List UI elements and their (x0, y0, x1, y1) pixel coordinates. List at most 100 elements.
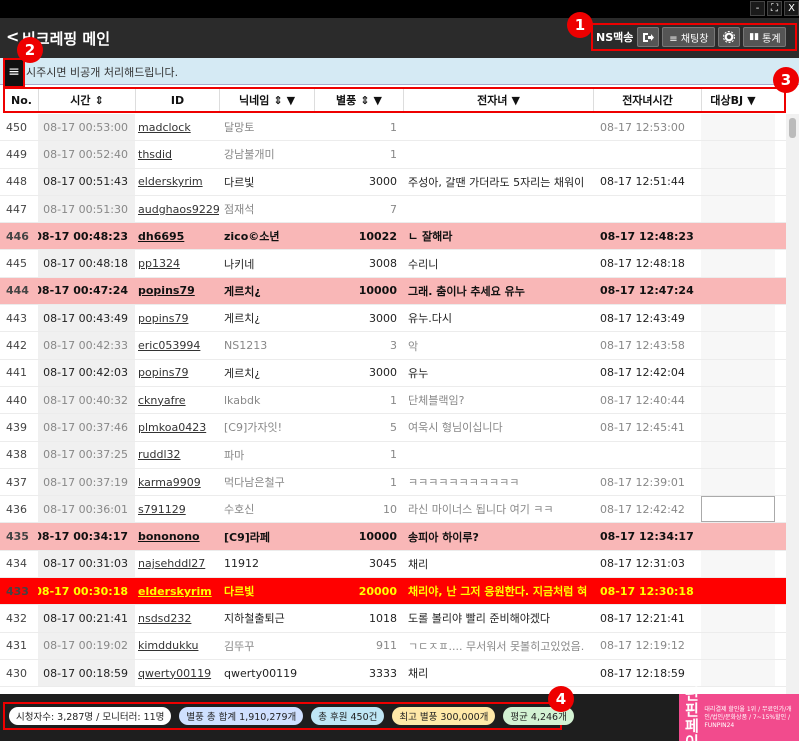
table-row[interactable]: 443 08-17 00:43:49 popins79 게르치¿ 3000 유누.다시 08… (0, 305, 786, 333)
column-id: ID (136, 89, 220, 111)
minimize-button[interactable]: - (750, 1, 765, 16)
row-id-link[interactable]: audghaos9229 (135, 196, 219, 222)
exit-icon[interactable] (637, 27, 660, 47)
row-message: 유누 (408, 366, 429, 380)
table-row[interactable]: 449 08-17 00:52:40 thsdid 강남불개미 1 (0, 141, 786, 169)
table-row[interactable]: 436 08-17 00:36:01 s791129 수호신 10 라신 마이너스 됩니다… (0, 496, 786, 524)
row-nickname: 강남불개미 (224, 148, 275, 162)
row-id-link[interactable]: s791129 (135, 496, 219, 522)
row-id-link[interactable]: thsdid (135, 141, 219, 167)
sort-icon[interactable]: ⇕ (360, 94, 369, 107)
column-nick[interactable]: 닉네임 ⇕ ▼ (220, 89, 315, 111)
row-id-link[interactable]: qwerty00119 (135, 660, 219, 686)
row-id-link[interactable]: dh6695 (135, 223, 219, 249)
row-no: 437 (6, 475, 27, 489)
donation-table: 450 08-17 00:53:00 madclock 달망토 1 08-17 12:53… (0, 114, 786, 694)
row-message-time: 08-17 12:34:17 (600, 530, 694, 544)
row-nickname: zico©소년 (224, 230, 280, 244)
row-nickname: 나키네 (224, 257, 255, 271)
row-id-link[interactable]: bononono (135, 523, 219, 549)
row-id-link[interactable]: madclock (135, 114, 219, 140)
close-button[interactable]: X (784, 1, 799, 16)
window-titlebar: - ⛶ X (0, 0, 799, 18)
table-row[interactable]: 446 08-17 00:48:23 dh6695 zico©소년 10022 ㄴ 잘해라… (0, 223, 786, 251)
row-id-link[interactable]: elderskyrim (135, 578, 219, 604)
row-id-link[interactable]: eric053994 (135, 332, 219, 358)
filter-icon[interactable]: ▼ (374, 94, 382, 107)
filter-icon[interactable]: ▼ (287, 94, 295, 107)
row-amount: 10022 (358, 229, 397, 243)
column-time-label: 시간 (70, 94, 91, 107)
row-amount: 3045 (369, 557, 397, 571)
column-amount-label: 별풍 (336, 94, 357, 107)
table-row[interactable]: 448 08-17 00:51:43 elderskyrim 다르빛 3000 주성아, … (0, 168, 786, 196)
row-no: 435 (6, 530, 29, 544)
row-id-link[interactable]: popins79 (135, 360, 219, 386)
row-id-link[interactable]: ruddl32 (135, 442, 219, 468)
row-no: 444 (6, 284, 29, 298)
scrollbar-thumb[interactable] (789, 118, 796, 138)
table-row[interactable]: 441 08-17 00:42:03 popins79 게르치¿ 3000 유누 08-17… (0, 359, 786, 387)
row-target-bj-input[interactable] (701, 496, 775, 523)
table-row[interactable]: 439 08-17 00:37:46 plmkoa0423 [C9]가자잇! 5 여욱시 … (0, 414, 786, 442)
row-target-bj (701, 550, 775, 578)
row-id-link[interactable]: karma9909 (135, 469, 219, 495)
row-id-link[interactable]: plmkoa0423 (135, 414, 219, 440)
sort-icon[interactable]: ⇕ (273, 94, 282, 107)
filter-icon[interactable]: ▼ (511, 94, 519, 107)
table-row[interactable]: 435 08-17 00:34:17 bononono [C9]라페 10000 송피아 … (0, 523, 786, 551)
row-message: 단체블랙임? (408, 394, 465, 408)
row-id-link[interactable]: cknyafre (135, 387, 219, 413)
row-id-link[interactable]: elderskyrim (135, 169, 219, 195)
table-row[interactable]: 437 08-17 00:37:19 karma9909 먹다남은철구 1 ㅋㅋㅋㅋㅋㅋㅋ… (0, 468, 786, 497)
row-id-link[interactable]: popins79 (135, 278, 219, 304)
table-row[interactable]: 444 08-17 00:47:24 popins79 게르치¿ 10000 그래. 춤이… (0, 277, 786, 306)
row-message-time: 08-17 12:18:59 (600, 666, 685, 680)
table-row[interactable]: 447 08-17 00:51:30 audghaos9229 점재석 7 (0, 195, 786, 224)
table-row[interactable]: 438 08-17 00:37:25 ruddl32 파마 1 (0, 441, 786, 469)
table-row[interactable]: 442 08-17 00:42:33 eric053994 NS1213 3 악 08-17… (0, 332, 786, 360)
column-amount[interactable]: 별풍 ⇕ ▼ (315, 89, 404, 111)
table-row[interactable]: 434 08-17 00:31:03 najsehddl27 11912 3045 채리 0… (0, 550, 786, 579)
row-target-bj (701, 305, 775, 332)
row-amount: 1 (390, 475, 397, 489)
sort-icon[interactable]: ⇕ (95, 94, 104, 107)
filter-icon[interactable]: ▼ (747, 94, 755, 107)
row-no: 439 (6, 420, 27, 434)
row-message: 유누.다시 (408, 312, 452, 326)
row-nickname: 지하철출퇴근 (224, 612, 285, 626)
row-no: 442 (6, 339, 27, 353)
column-msg[interactable]: 전자녀 ▼ (404, 89, 594, 111)
column-no: No. (5, 89, 39, 111)
row-id-link[interactable]: pp1324 (135, 250, 219, 276)
column-time[interactable]: 시간 ⇕ (39, 89, 136, 111)
ad-banner[interactable]: 펀핀 페이 대리결제 할인율 1위 / 무료인가/개인/법인/문화상품 / 7~… (679, 686, 799, 741)
table-row[interactable]: 440 08-17 00:40:32 cknyafre lkabdk 1 단체블랙임? 08… (0, 386, 786, 415)
row-message: ㅋㅋㅋㅋㅋㅋㅋㅋㅋㅋㅋ (408, 476, 520, 489)
ad-text: 대리결제 할인율 1위 / 무료인가/개인/법인/문화상품 / 7~15%할인 … (704, 705, 792, 729)
row-time: 08-17 00:47:24 (38, 277, 135, 305)
gear-icon[interactable] (718, 27, 741, 47)
row-id-link[interactable]: najsehddl27 (135, 551, 219, 577)
row-id-link[interactable]: kimddukku (135, 633, 219, 659)
table-row[interactable]: 432 08-17 00:21:41 nsdsd232 지하철출퇴근 1018 도롤 볼리… (0, 605, 786, 633)
chevron-left-icon[interactable]: < (6, 27, 19, 46)
row-id-link[interactable]: nsdsd232 (135, 605, 219, 631)
table-row[interactable]: 450 08-17 00:53:00 madclock 달망토 1 08-17 12:53… (0, 114, 786, 142)
vertical-scrollbar[interactable] (786, 114, 799, 694)
table-row[interactable]: 430 08-17 00:18:59 qwerty00119 qwerty00119 3… (0, 659, 786, 688)
chat-window-button[interactable]: ≡ 채팅창 (662, 27, 716, 47)
table-row[interactable]: 433 08-17 00:30:18 elderskyrim 다르빛 20000 채리야,… (0, 578, 786, 606)
ad-title: 펀핀 페이 (685, 684, 699, 741)
row-message: 수리니 (408, 257, 439, 271)
hamburger-menu-icon[interactable]: ≡ (3, 58, 25, 88)
maximize-button[interactable]: ⛶ (767, 1, 782, 16)
row-amount: 3000 (369, 366, 397, 380)
table-row[interactable]: 431 08-17 00:19:02 kimddukku 김뚜꾸 911 ㄱㄷㅈㅍ....… (0, 632, 786, 660)
table-row[interactable]: 445 08-17 00:48:18 pp1324 나키네 3008 수리니 08-17 1… (0, 250, 786, 278)
column-bj[interactable]: 대상BJ ▼ (702, 89, 764, 111)
row-amount: 1018 (369, 611, 397, 625)
row-no: 448 (6, 175, 27, 189)
stats-button[interactable]: ▮▮ 통계 (743, 27, 787, 47)
row-id-link[interactable]: popins79 (135, 305, 219, 331)
